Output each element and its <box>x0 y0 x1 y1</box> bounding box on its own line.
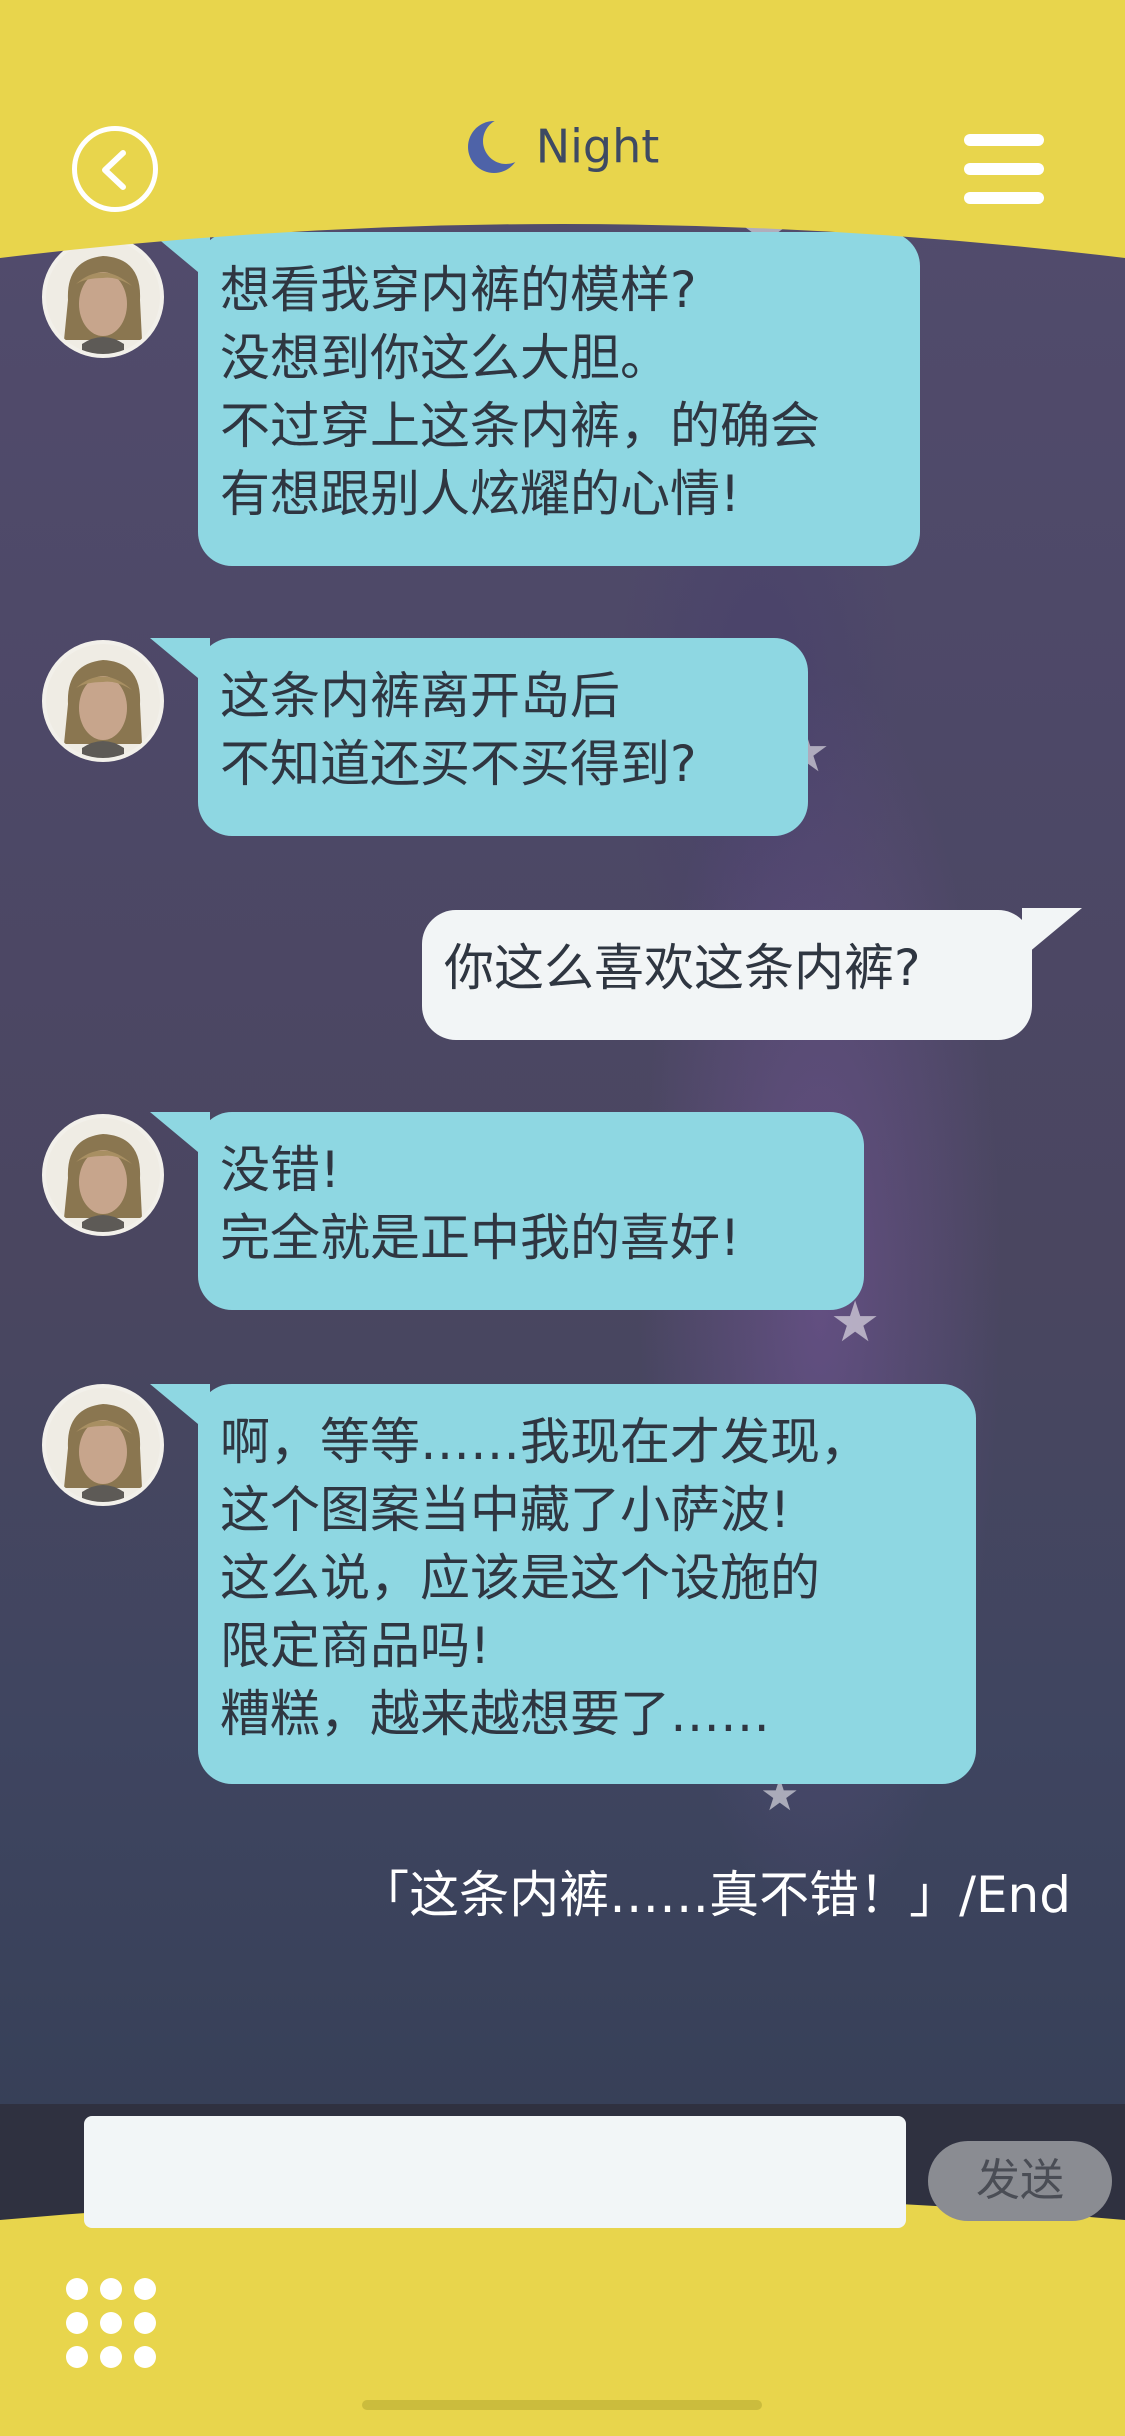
character-portrait-icon <box>46 1118 160 1232</box>
hamburger-menu-button[interactable] <box>964 134 1046 206</box>
page-title: Night <box>0 116 1125 175</box>
message-input[interactable] <box>84 2116 906 2228</box>
header-bar: Night <box>0 0 1125 260</box>
character-avatar[interactable] <box>42 1384 164 1506</box>
home-indicator <box>362 2400 762 2410</box>
character-avatar[interactable] <box>42 640 164 762</box>
episode-end-label: 「这条内裤……真不错！」/End <box>359 1866 1071 1924</box>
message-bubble: 啊，等等……我现在才发现， 这个图案当中藏了小萨波! 这么说，应该是这个设施的 … <box>198 1384 976 1784</box>
message-bubble: 没错! 完全就是正中我的喜好! <box>198 1112 864 1310</box>
character-portrait-icon <box>46 1388 160 1502</box>
crescent-moon-icon <box>467 118 522 173</box>
character-portrait-icon <box>46 644 160 758</box>
send-button[interactable]: 发送 <box>928 2141 1112 2221</box>
message-bubble: 你这么喜欢这条内裤? <box>422 910 1032 1040</box>
message-bubble: 想看我穿内裤的模样? 没想到你这么大胆。 不过穿上这条内裤，的确会 有想跟别人炫… <box>198 232 920 566</box>
message-bubble: 这条内裤离开岛后 不知道还买不买得到? <box>198 638 808 836</box>
character-avatar[interactable] <box>42 1114 164 1236</box>
grid-dots-icon[interactable] <box>66 2278 156 2368</box>
title-text: Night <box>535 119 660 174</box>
